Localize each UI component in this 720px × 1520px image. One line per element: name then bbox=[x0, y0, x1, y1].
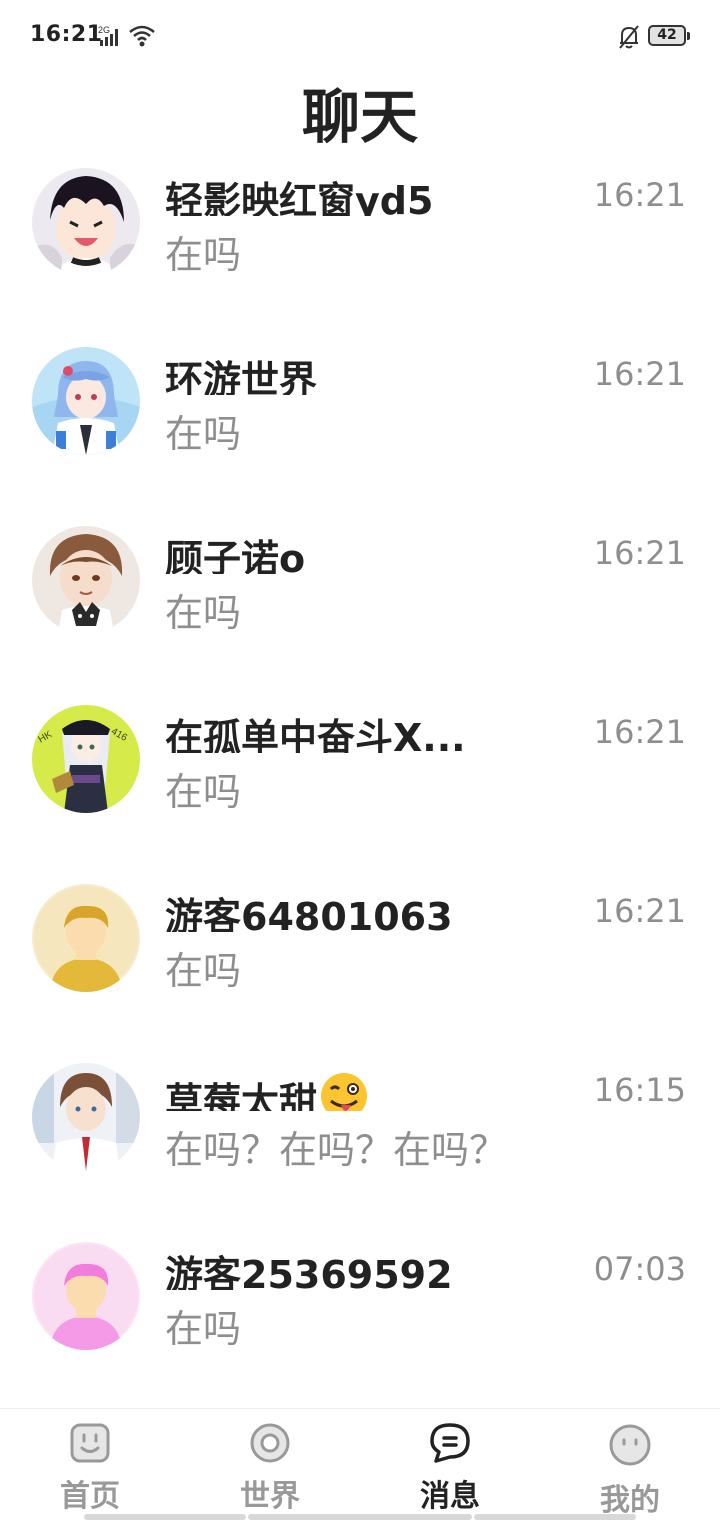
avatar[interactable] bbox=[32, 1242, 140, 1350]
profile-face-icon bbox=[609, 1424, 651, 1466]
chat-message: 在吗 bbox=[165, 591, 242, 635]
chat-name-text: 草莓太甜 bbox=[165, 1080, 318, 1111]
anime-boy-avatar-icon bbox=[32, 168, 140, 276]
anime-boy-avatar-icon bbox=[32, 1063, 140, 1171]
home-face-icon bbox=[70, 1423, 110, 1463]
chat-item[interactable]: 游客64801063 在吗 16:21 bbox=[0, 866, 720, 1045]
bottom-tab-bar: 首页 世界 消息 我的 bbox=[0, 1408, 720, 1520]
avatar[interactable] bbox=[32, 1063, 140, 1171]
chat-name: 游客25369592 bbox=[165, 1253, 453, 1290]
status-bar: 16:21 2G 42 bbox=[0, 0, 720, 74]
chat-name: 轻影映红窗yd5 bbox=[165, 179, 434, 216]
signal-icon: 2G bbox=[98, 25, 118, 46]
status-time: 16:21 bbox=[30, 22, 103, 47]
home-indicator bbox=[84, 1514, 246, 1520]
chat-item[interactable]: 草莓太甜 在吗？在吗？在吗？ 16:15 bbox=[0, 1045, 720, 1224]
avatar[interactable] bbox=[32, 884, 140, 992]
chat-time: 16:15 bbox=[593, 1071, 686, 1109]
network-type: 2G bbox=[98, 25, 110, 35]
chat-time: 16:21 bbox=[593, 355, 686, 393]
home-indicator bbox=[474, 1514, 636, 1520]
tab-label: 消息 bbox=[420, 1479, 480, 1514]
chat-list: 轻影映红窗yd5 在吗 16:21 环游世界 在吗 16:21 顾子诺o 在吗 … bbox=[0, 150, 720, 1403]
tab-profile[interactable]: 我的 bbox=[540, 1409, 720, 1520]
chat-message: 在吗？在吗？在吗？ bbox=[165, 1128, 508, 1172]
chat-name: 在孤单中奋斗X... bbox=[165, 716, 466, 753]
chat-name: 顾子诺o bbox=[165, 537, 306, 574]
chat-message: 在吗 bbox=[165, 770, 242, 814]
tab-world[interactable]: 世界 bbox=[180, 1409, 360, 1520]
default-avatar-icon bbox=[32, 1242, 140, 1350]
tab-home[interactable]: 首页 bbox=[0, 1409, 180, 1520]
avatar[interactable] bbox=[32, 347, 140, 455]
default-avatar-icon bbox=[32, 884, 140, 992]
anime-girl-avatar-icon bbox=[32, 347, 140, 455]
avatar[interactable] bbox=[32, 526, 140, 634]
page-title: 聊天 bbox=[301, 83, 418, 151]
chat-message: 在吗 bbox=[165, 233, 242, 277]
tab-label: 首页 bbox=[60, 1479, 120, 1514]
chat-name: 环游世界 bbox=[165, 358, 318, 395]
chat-message: 在吗 bbox=[165, 412, 242, 456]
chat-item[interactable]: 轻影映红窗yd5 在吗 16:21 bbox=[0, 150, 720, 329]
tab-messages[interactable]: 消息 bbox=[360, 1409, 540, 1520]
tab-label: 世界 bbox=[240, 1479, 300, 1514]
chat-time: 16:21 bbox=[593, 534, 686, 572]
chat-time: 16:21 bbox=[593, 176, 686, 214]
battery-icon: 42 bbox=[648, 25, 690, 46]
chat-time: 16:21 bbox=[593, 892, 686, 930]
home-indicator bbox=[248, 1514, 472, 1520]
message-bubble-icon bbox=[430, 1423, 470, 1463]
avatar[interactable]: HK 416 bbox=[32, 705, 140, 813]
chat-message: 在吗 bbox=[165, 949, 242, 993]
chat-item[interactable]: 环游世界 在吗 16:21 bbox=[0, 329, 720, 508]
anime-girl-avatar-icon: HK 416 bbox=[32, 705, 140, 813]
chat-time: 07:03 bbox=[593, 1250, 686, 1288]
winking-tongue-emoji-icon bbox=[321, 1073, 368, 1111]
wifi-icon bbox=[129, 25, 155, 47]
bell-off-icon bbox=[619, 25, 639, 49]
anime-boy-avatar-icon bbox=[32, 526, 140, 634]
world-ring-icon bbox=[250, 1423, 290, 1463]
chat-message: 在吗 bbox=[165, 1307, 242, 1351]
chat-item[interactable]: 游客25369592 在吗 07:03 bbox=[0, 1224, 720, 1403]
chat-item[interactable]: 顾子诺o 在吗 16:21 bbox=[0, 508, 720, 687]
chat-name: 游客64801063 bbox=[165, 895, 453, 932]
chat-name: 草莓太甜 bbox=[165, 1071, 495, 1111]
tab-label: 我的 bbox=[600, 1483, 660, 1518]
avatar[interactable] bbox=[32, 168, 140, 276]
chat-item[interactable]: HK 416 在孤单中奋斗X... 在吗 16:21 bbox=[0, 687, 720, 866]
chat-time: 16:21 bbox=[593, 713, 686, 751]
